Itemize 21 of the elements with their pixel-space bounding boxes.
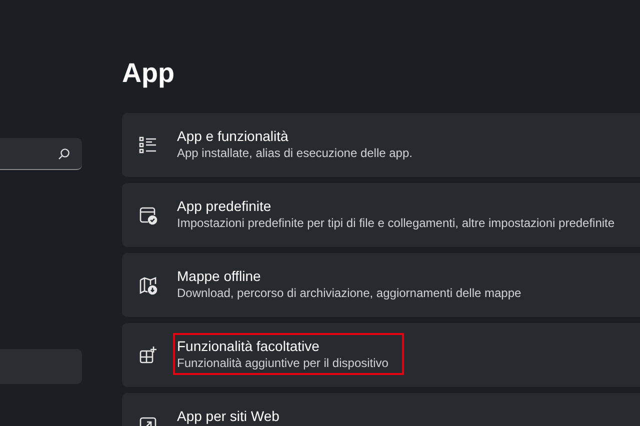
card-subtitle: Download, percorso di archiviazione, aggiornamenti delle mappe — [177, 285, 522, 301]
card-title: Funzionalità facoltative — [177, 337, 320, 355]
card-title: App e funzionalità — [177, 127, 290, 145]
card-subtitle: App installate, alias di esecuzione delle app. — [177, 145, 412, 161]
settings-card[interactable]: Mappe offline Download, percorso di archiviazione, aggiornamenti delle mappe — [122, 253, 640, 317]
card-title: App per siti Web — [177, 407, 280, 425]
map-download-icon — [138, 275, 158, 295]
settings-card[interactable]: App predefinite Impostazioni predefinite per tipi di file e collegamenti, altre impostazioni predefinite — [122, 183, 640, 247]
page-title: App — [122, 57, 176, 90]
card-title: App predefinite — [177, 197, 272, 215]
settings-card[interactable]: App e funzionalità App installate, alias di esecuzione delle app. — [122, 113, 640, 177]
settings-card[interactable]: App per siti Web — [122, 393, 640, 426]
list-icon — [138, 135, 158, 155]
search-field[interactable] — [0, 138, 82, 170]
grid-plus-icon — [138, 345, 158, 365]
card-subtitle: Impostazioni predefinite per tipi di file e collegamenti, altre impostazioni predefinite — [177, 215, 615, 231]
card-title: Mappe offline — [177, 267, 262, 285]
search-icon — [58, 148, 70, 160]
card-subtitle: Funzionalità aggiuntive per il dispositivo — [177, 355, 388, 371]
settings-card[interactable]: Funzionalità facoltative Funzionalità aggiuntive per il dispositivo — [122, 323, 640, 387]
window-check-icon — [138, 205, 158, 225]
